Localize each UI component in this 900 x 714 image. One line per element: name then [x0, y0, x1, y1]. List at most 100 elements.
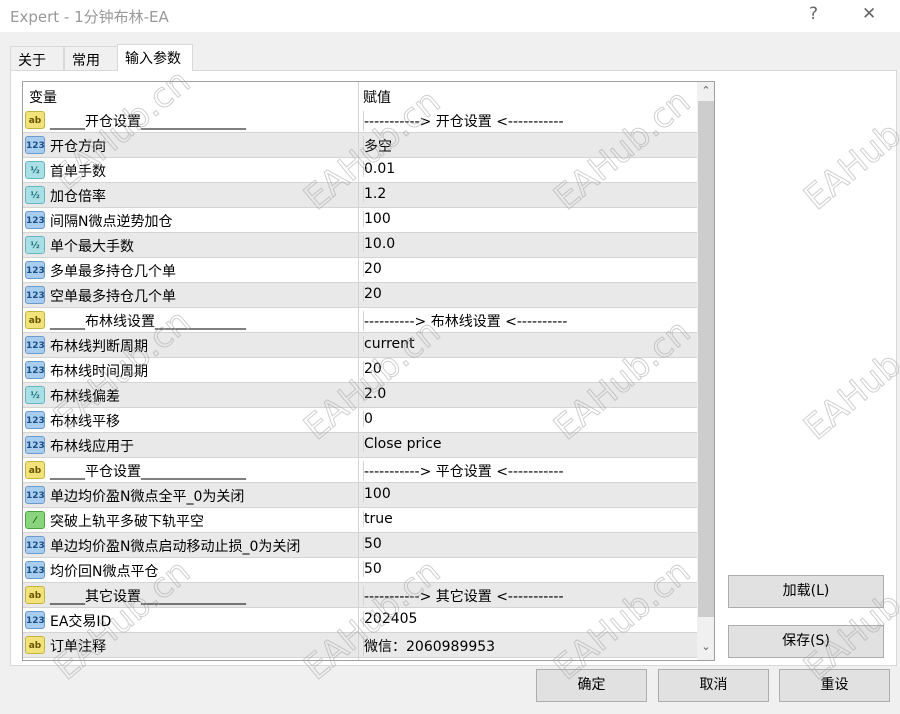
variable-value[interactable]: current	[363, 336, 415, 352]
variable-value[interactable]: 10.0	[363, 236, 395, 252]
variable-value[interactable]: -----------> 平仓设置 <-----------	[363, 461, 564, 481]
table-row[interactable]: ½ 布林线偏差 2.0	[23, 383, 697, 408]
variable-name: _____平仓设置_______________	[50, 464, 246, 480]
table-header: 变量 赋值	[23, 82, 697, 108]
help-button[interactable]: ?	[809, 4, 818, 24]
table-row[interactable]: 123 多单最多持仓几个单 20	[23, 258, 697, 283]
variable-name: 单边均价盈N微点全平_0为关闭	[50, 489, 245, 505]
load-button[interactable]: 加载(L)	[728, 575, 884, 608]
integer-type-icon: 123	[25, 261, 45, 279]
integer-type-icon: 123	[25, 136, 45, 154]
variable-value[interactable]: -----------> 其它设置 <-----------	[363, 586, 564, 606]
variable-name: 单边均价盈N微点启动移动止损_0为关闭	[50, 539, 301, 555]
title-bar: Expert - 1分钟布林-EA ? ✕	[0, 0, 900, 32]
scroll-down-icon[interactable]: ⌄	[697, 640, 714, 653]
variable-value[interactable]: -----------> 开仓设置 <-----------	[363, 111, 564, 131]
table-row[interactable]: 123 开仓方向 多空	[23, 133, 697, 158]
variable-name: 布林线平移	[50, 414, 120, 430]
bool-type-icon: ⁄	[25, 511, 45, 529]
string-type-icon: ab	[25, 311, 45, 329]
double-type-icon: ½	[25, 161, 45, 179]
column-divider[interactable]	[358, 82, 359, 660]
variable-name: _____其它设置_______________	[50, 589, 246, 605]
table-row[interactable]: ½ 首单手数 0.01	[23, 158, 697, 183]
variable-name: 间隔N微点逆势加仓	[50, 214, 173, 230]
scrollbar-thumb[interactable]	[698, 101, 714, 617]
close-button[interactable]: ✕	[862, 4, 876, 24]
variable-value[interactable]: 20	[363, 261, 382, 277]
string-type-icon: ab	[25, 586, 45, 604]
variable-name: 空单最多持仓几个单	[50, 289, 176, 305]
variable-value[interactable]: ----------> 布林线设置 <----------	[363, 311, 567, 331]
variable-name: _____布林线设置_____________	[50, 314, 246, 330]
double-type-icon: ½	[25, 236, 45, 254]
table-row[interactable]: 123 均价回N微点平仓 50	[23, 558, 697, 583]
integer-type-icon: 123	[25, 361, 45, 379]
variable-name: 加仓倍率	[50, 189, 106, 205]
variable-value[interactable]: 50	[363, 536, 382, 552]
variable-name: 多单最多持仓几个单	[50, 264, 176, 280]
variable-name: 首单手数	[50, 164, 106, 180]
variable-value[interactable]: 2.0	[363, 386, 386, 402]
integer-type-icon: 123	[25, 561, 45, 579]
variable-value[interactable]: 微信：2060989953	[363, 636, 495, 656]
variable-name: 单个最大手数	[50, 239, 134, 255]
table-row[interactable]: 123 空单最多持仓几个单 20	[23, 283, 697, 308]
header-value[interactable]: 赋值	[363, 87, 391, 107]
integer-type-icon: 123	[25, 611, 45, 629]
table-row[interactable]: ab _____布林线设置_____________ ----------> 布林线…	[23, 308, 697, 333]
variable-name: 均价回N微点平仓	[50, 564, 159, 580]
table-row[interactable]: ½ 加仓倍率 1.2	[23, 183, 697, 208]
table-row[interactable]: 123 布林线平移 0	[23, 408, 697, 433]
variable-value[interactable]: 100	[363, 486, 391, 502]
variable-value[interactable]: 20	[363, 286, 382, 302]
variable-name: 布林线应用于	[50, 439, 134, 455]
string-type-icon: ab	[25, 111, 45, 129]
table-row[interactable]: 123 EA交易ID 202405	[23, 608, 697, 633]
integer-type-icon: 123	[25, 336, 45, 354]
table-row[interactable]: ab _____开仓设置_______________ -----------> 开…	[23, 108, 697, 133]
save-button[interactable]: 保存(S)	[728, 625, 884, 658]
parameters-table: 变量 赋值 ab _____开仓设置_______________ --------…	[22, 81, 715, 661]
table-row[interactable]: ab 订单注释 微信：2060989953	[23, 633, 697, 658]
table-row[interactable]: 123 间隔N微点逆势加仓 100	[23, 208, 697, 233]
variable-value[interactable]: true	[363, 511, 393, 527]
cancel-button[interactable]: 取消	[658, 669, 769, 702]
ok-button[interactable]: 确定	[536, 669, 647, 702]
integer-type-icon: 123	[25, 411, 45, 429]
variable-value[interactable]: 20	[363, 361, 382, 377]
window-title: Expert - 1分钟布林-EA	[10, 8, 169, 26]
variable-name: 布林线判断周期	[50, 339, 148, 355]
tab-about[interactable]: 关于	[10, 46, 64, 71]
table-row[interactable]: ab _____其它设置_______________ -----------> 其…	[23, 583, 697, 608]
double-type-icon: ½	[25, 186, 45, 204]
table-row[interactable]: 123 单边均价盈N微点全平_0为关闭 100	[23, 483, 697, 508]
table-row[interactable]: 123 单边均价盈N微点启动移动止损_0为关闭 50	[23, 533, 697, 558]
table-row[interactable]: ab _____平仓设置_______________ -----------> 平…	[23, 458, 697, 483]
reset-button[interactable]: 重设	[779, 669, 890, 702]
string-type-icon: ab	[25, 461, 45, 479]
variable-value[interactable]: 202405	[363, 611, 417, 627]
vertical-scrollbar[interactable]: ⌃ ⌄	[697, 82, 714, 660]
variable-value[interactable]: 0	[363, 411, 373, 427]
variable-name: _____开仓设置_______________	[50, 114, 246, 130]
tab-inputs[interactable]: 输入参数	[117, 44, 193, 71]
integer-type-icon: 123	[25, 486, 45, 504]
header-variable[interactable]: 变量	[29, 87, 57, 107]
scroll-up-icon[interactable]: ⌃	[697, 84, 714, 97]
table-row[interactable]: 123 布林线应用于 Close price	[23, 433, 697, 458]
table-row[interactable]: 123 布林线时间周期 20	[23, 358, 697, 383]
variable-name: 布林线时间周期	[50, 364, 148, 380]
tab-common[interactable]: 常用	[64, 46, 118, 71]
variable-value[interactable]: 0.01	[363, 161, 395, 177]
variable-value[interactable]: Close price	[363, 436, 441, 452]
variable-value[interactable]: 1.2	[363, 186, 386, 202]
variable-value[interactable]: 50	[363, 561, 382, 577]
table-row[interactable]: ⁄ 突破上轨平多破下轨平空 true	[23, 508, 697, 533]
double-type-icon: ½	[25, 386, 45, 404]
variable-name: EA交易ID	[50, 614, 112, 630]
table-row[interactable]: 123 布林线判断周期 current	[23, 333, 697, 358]
variable-value[interactable]: 100	[363, 211, 391, 227]
table-row[interactable]: ½ 单个最大手数 10.0	[23, 233, 697, 258]
variable-value[interactable]: 多空	[363, 136, 392, 156]
